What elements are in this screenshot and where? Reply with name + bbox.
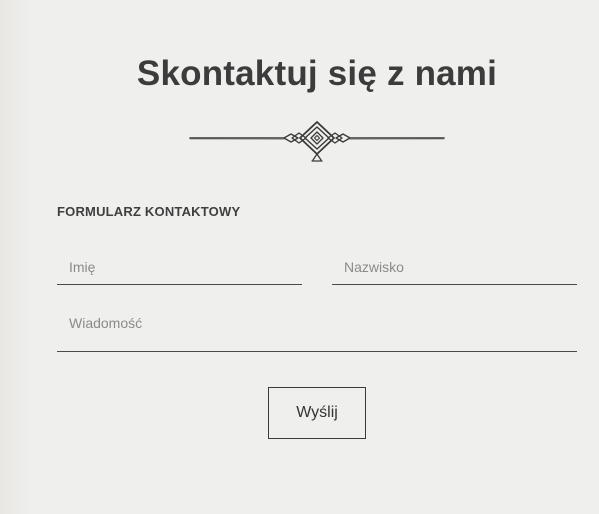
contact-form-heading: FORMULARZ KONTAKTOWY [57, 204, 241, 219]
last-name-input[interactable] [332, 249, 577, 285]
send-button[interactable]: Wyślij [268, 387, 366, 439]
message-textarea[interactable] [57, 306, 577, 352]
decorative-divider-ornament-icon [189, 121, 445, 162]
first-name-input[interactable] [57, 249, 302, 285]
page-title: Skontaktuj się z nami [136, 54, 498, 93]
contact-page: Skontaktuj się z nami FORMULARZ KONTAKTO… [0, 0, 599, 514]
